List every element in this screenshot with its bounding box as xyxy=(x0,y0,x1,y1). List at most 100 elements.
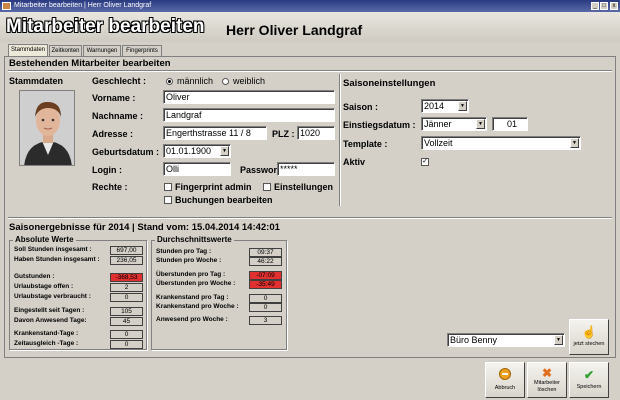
divider xyxy=(8,70,612,72)
einstellungen-label: Einstellungen xyxy=(274,182,334,192)
abs-value: 697,00 xyxy=(110,246,143,255)
template-value: Vollzeit xyxy=(424,138,453,148)
abs-label: Eingestellt seit Tagen : xyxy=(14,307,85,314)
maximize-button[interactable]: □ xyxy=(600,2,608,10)
avg-label: Anwesend pro Woche : xyxy=(156,316,228,323)
checkmark-icon: ✔ xyxy=(583,368,595,382)
avg-value: 0 xyxy=(249,294,282,303)
radio-weiblich-label: weiblich xyxy=(233,76,266,86)
save-button[interactable]: ✔ Speichern xyxy=(569,362,609,398)
app-icon xyxy=(2,2,11,10)
avg-label: Überstunden pro Tag : xyxy=(156,271,226,278)
abs-value: 0 xyxy=(110,340,143,349)
abbruch-label: Abbruch xyxy=(494,385,516,391)
section-title: Bestehenden Mitarbeiter bearbeiten xyxy=(9,58,171,69)
avg-label: Krankenstand pro Tag : xyxy=(156,294,229,301)
radio-weiblich[interactable] xyxy=(222,78,229,85)
radio-maennlich[interactable] xyxy=(166,78,173,85)
vorname-label: Vorname : xyxy=(92,93,136,103)
person-photo-icon xyxy=(20,91,74,165)
cancel-icon xyxy=(486,368,524,383)
nachname-label: Nachname : xyxy=(92,111,144,121)
abbruch-button[interactable]: Abbruch xyxy=(485,362,525,398)
avg-value: 0 xyxy=(249,303,282,312)
durchschnitt-title: Durchschnittswerte xyxy=(155,235,234,244)
abs-value: 2 xyxy=(110,283,143,292)
template-select[interactable]: Vollzeit ▼ xyxy=(421,136,581,150)
abs-label: Zeitausgleich -Tage : xyxy=(14,340,79,347)
geburtsdatum-value: 01.01.1900 xyxy=(166,146,212,156)
abs-value-negative: -368,53 xyxy=(110,273,143,282)
check-einstellungen[interactable] xyxy=(263,183,271,191)
abs-label: Soll Stunden insgesamt : xyxy=(14,246,92,253)
fingerprint-admin-label: Fingerprint admin xyxy=(175,182,252,192)
chevron-down-icon[interactable]: ▼ xyxy=(570,138,579,148)
plz-input[interactable]: 1020 xyxy=(297,126,335,140)
geburtsdatum-picker[interactable]: 01.01.1900 ▼ xyxy=(163,144,231,158)
stamp-now-button[interactable]: ☝ jetzt stechen xyxy=(569,319,609,355)
stamp-now-label: jetzt stechen xyxy=(573,341,605,347)
passwort-input[interactable]: ***** xyxy=(277,162,335,176)
abs-label: Krankenstand-Tage : xyxy=(14,330,79,337)
abs-value: 105 xyxy=(110,307,143,316)
saison-select[interactable]: 2014 ▼ xyxy=(421,99,469,113)
chevron-down-icon[interactable]: ▼ xyxy=(476,119,485,129)
abs-value: 0 xyxy=(110,330,143,339)
chevron-down-icon[interactable]: ▼ xyxy=(458,101,467,111)
employee-photo xyxy=(19,90,75,166)
template-label: Template : xyxy=(343,139,388,149)
einstieg-monat-value: Jänner xyxy=(424,119,452,129)
avg-value: 46:22 xyxy=(249,257,282,266)
window-title: Mitarbeiter bearbeiten | Herr Oliver Lan… xyxy=(14,2,152,9)
chevron-down-icon[interactable]: ▼ xyxy=(220,146,229,156)
geburtsdatum-label: Geburtsdatum : xyxy=(92,147,160,157)
adresse-input[interactable]: Engerthstrasse 11 / 8 xyxy=(163,126,267,140)
stamp-location-select[interactable]: Büro Benny ▼ xyxy=(447,333,565,347)
avg-label: Überstunden pro Woche : xyxy=(156,280,236,287)
nachname-input[interactable]: Landgraf xyxy=(163,108,335,122)
abs-label: Urlaubstage offen : xyxy=(14,283,74,290)
einstieg-tag-input[interactable]: 01 xyxy=(492,117,528,131)
close-button[interactable]: x xyxy=(610,2,618,10)
adresse-label: Adresse : xyxy=(92,129,134,139)
avg-label: Krankenstand pro Woche : xyxy=(156,303,239,310)
check-aktiv[interactable]: ✓ xyxy=(421,158,429,166)
vorname-input[interactable]: Oliver xyxy=(163,90,335,104)
ergebnisse-heading: Saisonergebnisse für 2014 | Stand vom: 1… xyxy=(9,222,280,233)
avg-label: Stunden pro Woche : xyxy=(156,257,222,264)
delete-employee-button[interactable]: ✖ Mitarbeiter löschen xyxy=(527,362,567,398)
avg-value-negative: -07:09 xyxy=(249,271,282,280)
einstieg-monat-select[interactable]: Jänner ▼ xyxy=(421,117,487,131)
avg-value: 09:37 xyxy=(249,248,282,257)
stamp-location-value: Büro Benny xyxy=(450,335,498,345)
aktiv-label: Aktiv xyxy=(343,157,366,167)
employee-name: Herr Oliver Landgraf xyxy=(226,22,363,38)
abs-label: Urlaubstage verbraucht : xyxy=(14,293,91,300)
avg-value-negative: -35:49 xyxy=(249,280,282,289)
login-input[interactable]: Olli xyxy=(163,162,231,176)
delete-x-icon: ✖ xyxy=(541,366,553,380)
avg-value: 3 xyxy=(249,316,282,325)
vertical-divider xyxy=(339,74,341,206)
page-title: Mitarbeiter bearbeiten xyxy=(6,16,205,37)
abs-value: 0 xyxy=(110,293,143,302)
abs-value: 236,05 xyxy=(110,256,143,265)
geschlecht-label: Geschlecht : xyxy=(92,76,147,86)
delete-employee-label: Mitarbeiter löschen xyxy=(534,380,560,393)
saison-heading: Saisoneinstellungen xyxy=(343,78,436,89)
window-titlebar[interactable]: Mitarbeiter bearbeiten | Herr Oliver Lan… xyxy=(0,0,620,12)
hand-pointer-icon: ☝ xyxy=(581,325,597,339)
abs-label: Gutstunden : xyxy=(14,273,55,280)
saison-value: 2014 xyxy=(424,101,445,111)
check-fingerprint-admin[interactable] xyxy=(164,183,172,191)
absolute-werte-title: Absolute Werte xyxy=(13,235,76,244)
login-label: Login : xyxy=(92,165,122,175)
minimize-button[interactable]: _ xyxy=(591,2,599,10)
check-buchungen[interactable] xyxy=(164,196,172,204)
chevron-down-icon[interactable]: ▼ xyxy=(554,335,563,345)
abs-value: 45 xyxy=(110,317,143,326)
einstieg-label: Einstiegsdatum : xyxy=(343,120,416,130)
stammdaten-heading: Stammdaten xyxy=(9,76,64,86)
divider xyxy=(8,217,612,219)
avg-label: Stunden pro Tag : xyxy=(156,248,212,255)
